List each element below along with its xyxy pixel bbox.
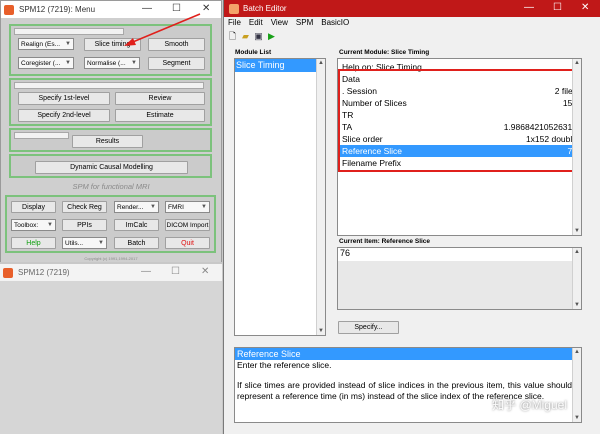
open-folder-icon[interactable]: ▰ (241, 31, 250, 41)
model-panel: Specify 1st-level Review Specify 2nd-lev… (9, 78, 212, 126)
current-item-scrollbar[interactable]: ▲ ▼ (572, 248, 581, 309)
toolbar: 🗋 ▰ ▣ ▶ (224, 29, 600, 43)
chevron-down-icon: ▼ (47, 222, 53, 228)
annotation-arrow (124, 13, 201, 46)
display-button[interactable]: Display (11, 201, 56, 213)
batch-editor-window: Batch Editor — ☐ ✕ File Edit View SPM Ba… (223, 0, 600, 434)
utilities-panel: Display Check Reg Render... ▼ FMRI ▼ Toolb… (5, 195, 216, 253)
imcalc-button[interactable]: ImCalc (114, 219, 159, 231)
maximize-icon[interactable]: ☐ (171, 266, 180, 278)
close-icon[interactable]: ✕ (581, 2, 589, 14)
batch-app-icon (229, 3, 239, 14)
review-button[interactable]: Review (115, 92, 205, 105)
module-list-scrollbar[interactable]: ▲ ▼ (316, 59, 325, 335)
current-item-box[interactable]: 76 ▲ ▼ (337, 247, 582, 310)
run-icon[interactable]: ▶ (267, 31, 276, 41)
batch-editor-titlebar: Batch Editor — ☐ ✕ (224, 0, 600, 17)
scroll-up-icon[interactable]: ▲ (318, 60, 324, 66)
dicom-import-button[interactable]: DICOM Import (165, 219, 210, 231)
dcm-button[interactable]: Dynamic Causal Modelling (35, 161, 188, 174)
spm-sub-title: SPM12 (7219) (18, 268, 70, 277)
menu-bar: File Edit View SPM BasicIO (224, 17, 600, 29)
dcm-panel: Dynamic Causal Modelling (9, 154, 212, 178)
current-module-label: Current Module: Slice Timing (339, 49, 430, 56)
scroll-down-icon[interactable]: ▼ (574, 415, 580, 421)
copyright-text: Copyright (c) 1991,1994-2017 (84, 256, 138, 261)
menu-file[interactable]: File (228, 17, 241, 29)
modality-select[interactable]: FMRI ▼ (165, 201, 210, 213)
spm-graphics-window: SPM12 (7219) — ☐ ✕ (0, 264, 222, 434)
render-select[interactable]: Render... ▼ (114, 201, 159, 213)
quit-button[interactable]: Quit (165, 237, 210, 249)
scroll-up-icon[interactable]: ▲ (574, 249, 580, 255)
normalise-label: Normalise (... (87, 60, 126, 67)
module-item-slice-timing[interactable]: Slice Timing (235, 59, 325, 72)
current-item-value: 76 (338, 248, 581, 261)
specify-1st-level-button[interactable]: Specify 1st-level (18, 92, 110, 105)
check-reg-button[interactable]: Check Reg (62, 201, 107, 213)
maximize-icon[interactable]: ☐ (553, 2, 562, 14)
help-pane: Reference Slice Enter the reference slic… (234, 347, 582, 423)
scroll-up-icon[interactable]: ▲ (574, 60, 580, 66)
minimize-icon[interactable]: — (524, 2, 534, 14)
chevron-down-icon: ▼ (98, 240, 104, 246)
help-line-1: Enter the reference slice. (237, 360, 332, 370)
specify-button[interactable]: Specify... (338, 321, 399, 334)
close-icon[interactable]: ✕ (201, 266, 209, 278)
chevron-down-icon: ▼ (201, 204, 207, 210)
help-title: Reference Slice (235, 348, 572, 360)
module-list: Slice Timing ▲ ▼ (234, 58, 326, 336)
save-icon[interactable]: ▣ (254, 31, 263, 41)
menu-view[interactable]: View (271, 17, 288, 29)
utils-select[interactable]: Utils... ▼ (62, 237, 107, 249)
menu-edit[interactable]: Edit (249, 17, 263, 29)
minimize-icon[interactable]: — (141, 266, 151, 278)
module-list-label: Module List (235, 49, 272, 56)
scroll-down-icon[interactable]: ▼ (574, 302, 580, 308)
menu-spm[interactable]: SPM (296, 17, 313, 29)
toolbox-label: Toolbox: (14, 222, 39, 229)
current-item-label: Current Item: Reference Slice (339, 238, 431, 245)
coregister-label: Coregister (... (21, 60, 61, 67)
menu-basicio[interactable]: BasicIO (321, 17, 349, 29)
batch-editor-title: Batch Editor (243, 4, 287, 13)
annotation-rectangle (338, 69, 580, 172)
utils-label: Utils... (65, 240, 84, 247)
watermark-text: 知乎 @Miguel (492, 398, 567, 412)
spm-app-icon (3, 267, 13, 278)
ppis-button[interactable]: PPIs (62, 219, 107, 231)
specify-2nd-level-button[interactable]: Specify 2nd-level (18, 109, 110, 122)
parameters-scrollbar[interactable]: ▲ ▼ (572, 59, 581, 235)
estimate-button[interactable]: Estimate (115, 109, 205, 122)
toolbox-select[interactable]: Toolbox: ▼ (11, 219, 56, 231)
module-parameters-list: Help on: Slice Timing Data . Session 2 fi… (337, 58, 582, 236)
scroll-down-icon[interactable]: ▼ (318, 328, 324, 334)
render-label: Render... (117, 204, 144, 211)
help-button[interactable]: Help (11, 237, 56, 249)
help-scrollbar[interactable]: ▲ ▼ (572, 348, 581, 422)
scroll-up-icon[interactable]: ▲ (574, 349, 580, 355)
results-header-bar (14, 132, 69, 139)
results-panel: Results (9, 128, 212, 152)
results-button[interactable]: Results (72, 135, 143, 148)
model-header-bar (14, 82, 204, 89)
spm-tagline: SPM for functional MRI (72, 182, 150, 191)
spm-sub-titlebar: SPM12 (7219) — ☐ ✕ (0, 264, 222, 281)
new-file-icon[interactable]: 🗋 (228, 31, 237, 41)
scroll-down-icon[interactable]: ▼ (574, 228, 580, 234)
modality-label: FMRI (168, 204, 184, 211)
chevron-down-icon: ▼ (150, 204, 156, 210)
batch-button[interactable]: Batch (114, 237, 159, 249)
